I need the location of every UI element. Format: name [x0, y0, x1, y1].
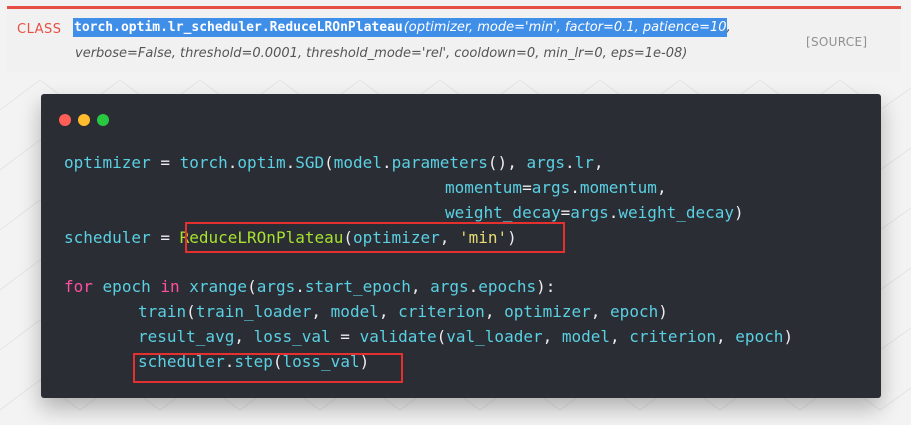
code-token: scheduler	[64, 228, 151, 247]
code-line-7: result_avg, loss_val = validate(val_load…	[138, 327, 793, 347]
code-token: ,	[656, 178, 667, 197]
code-token: ,	[378, 302, 399, 321]
code-token: validate	[359, 327, 437, 346]
highlight-box-scheduler-step	[133, 353, 403, 383]
code-token: args	[531, 178, 571, 197]
signature-line-1: torch.optim.lr_scheduler.ReduceLROnPlate…	[73, 18, 731, 37]
code-token: lr	[574, 153, 594, 172]
code-token: optim	[237, 153, 286, 172]
code-line-2: momentum=args.momentum,	[445, 178, 667, 198]
code-token: .	[295, 277, 305, 296]
code-token: ,	[716, 327, 736, 346]
code-token: =	[150, 228, 180, 247]
code-window: optimizer = torch.optim.SGD(model.parame…	[41, 94, 881, 398]
code-token: .	[608, 203, 619, 222]
code-token: args	[570, 203, 609, 222]
code-token: ,	[610, 327, 630, 346]
signature-name[interactable]: torch.optim.lr_scheduler.ReduceLROnPlate…	[73, 18, 404, 37]
code-token: ,	[484, 302, 505, 321]
code-token: loss_val	[253, 327, 331, 346]
code-token: momentum	[445, 178, 523, 197]
code-token: epoch	[735, 327, 784, 346]
highlight-box-reducelronplateau	[185, 222, 565, 253]
code-line-3: weight_decay=args.weight_decay)	[445, 203, 744, 223]
code-token: ,	[590, 302, 611, 321]
code-token: val_loader	[446, 327, 543, 346]
code-token: ,	[311, 302, 331, 321]
code-token: criterion	[398, 302, 485, 321]
signature-line-2: verbose=False, threshold=0.0001, thresho…	[75, 46, 688, 61]
code-token: .	[570, 178, 580, 197]
code-token: optimizer	[64, 153, 151, 172]
window-maximize-dot	[97, 114, 109, 126]
code-token: epoch	[610, 302, 659, 321]
source-link[interactable]: [SOURCE]	[806, 35, 867, 49]
code-token: train	[138, 302, 187, 321]
code-token: weight_decay	[445, 203, 561, 222]
code-token: ,	[234, 327, 254, 346]
code-line-6: train(train_loader, model, criterion, op…	[138, 302, 668, 322]
code-token: optimizer	[504, 302, 591, 321]
code-token: .	[381, 153, 392, 172]
code-token: )	[734, 203, 744, 222]
code-line-1: optimizer = torch.optim.SGD(model.parame…	[64, 153, 604, 173]
code-token: for	[64, 277, 93, 296]
code-token: model	[561, 327, 611, 346]
code-token: (	[324, 153, 334, 172]
window-minimize-dot	[78, 114, 90, 126]
code-token: in	[160, 277, 180, 296]
code-token: .	[227, 153, 238, 172]
code-token: =	[560, 203, 571, 222]
code-token: ,	[593, 153, 604, 172]
code-token: result_avg	[138, 327, 235, 346]
code-token: .	[468, 277, 479, 296]
code-token: epochs	[478, 277, 537, 296]
code-token: .	[285, 153, 296, 172]
code-token: parameters	[391, 153, 488, 172]
code-token: (	[436, 327, 447, 346]
code-token: ,	[410, 277, 431, 296]
code-token: torch	[179, 153, 228, 172]
code-token: SGD	[295, 153, 325, 172]
code-token: ,	[542, 327, 562, 346]
code-token: (	[247, 277, 257, 296]
code-token: (),	[487, 153, 527, 172]
code-token: =	[522, 178, 532, 197]
code-token: momentum	[579, 178, 657, 197]
code-token: args	[430, 277, 469, 296]
code-token: criterion	[629, 327, 716, 346]
code-token: )	[783, 327, 794, 346]
signature-params-selected: (optimizer, mode='min', factor=0.1, pati…	[403, 18, 727, 37]
code-token: args	[526, 153, 565, 172]
code-token: )	[658, 302, 668, 321]
code-token: model	[333, 153, 382, 172]
code-token: start_epoch	[304, 277, 411, 296]
code-token: xrange	[189, 277, 248, 296]
code-token: =	[150, 153, 180, 172]
window-close-dot	[59, 114, 71, 126]
code-token: weight_decay	[618, 203, 734, 222]
doc-signature-block: CLASS torch.optim.lr_scheduler.ReduceLRO…	[7, 6, 901, 72]
code-token: (	[186, 302, 196, 321]
code-token: .	[564, 153, 575, 172]
signature-params-tail: ,	[726, 20, 731, 35]
code-token: epoch	[102, 277, 151, 296]
code-token: =	[330, 327, 360, 346]
code-line-5: for epoch in xrange(args.start_epoch, ar…	[64, 277, 555, 297]
code-token: args	[256, 277, 296, 296]
code-token: train_loader	[195, 302, 312, 321]
code-token: ):	[536, 277, 556, 296]
class-label: CLASS	[17, 22, 62, 37]
code-token: model	[330, 302, 379, 321]
